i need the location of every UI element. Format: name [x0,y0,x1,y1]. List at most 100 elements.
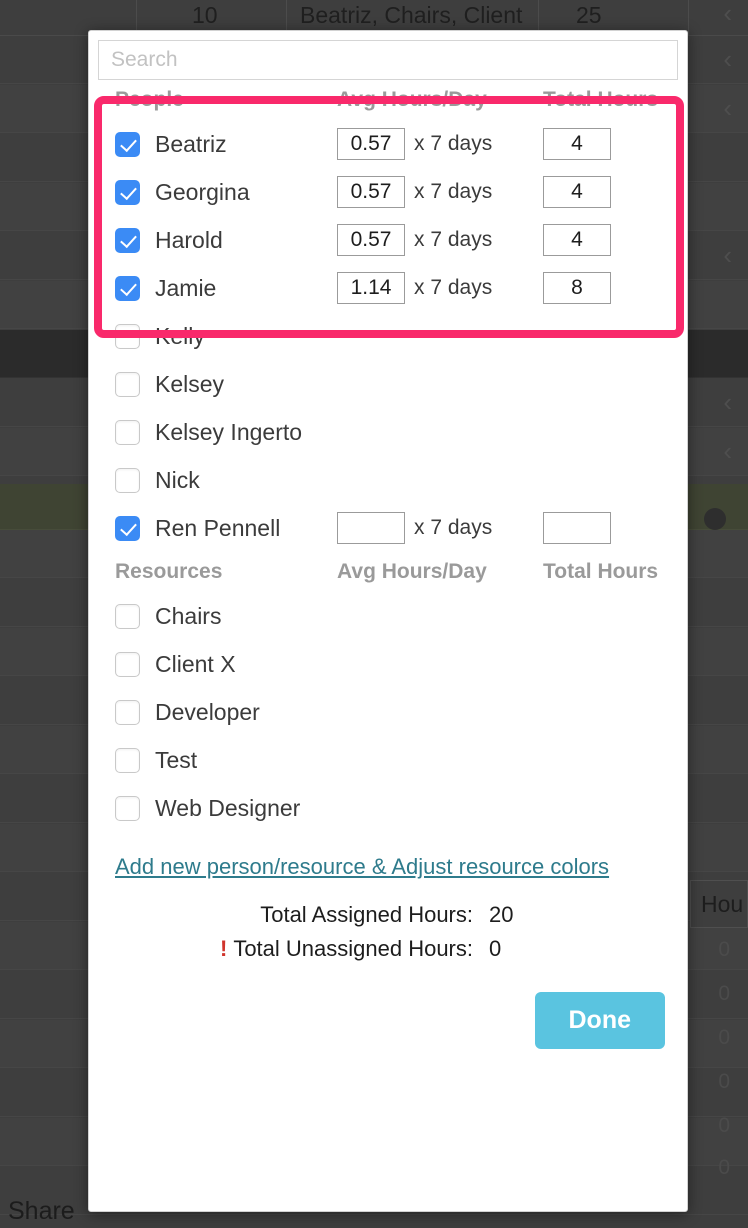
done-button-row: Done [89,970,687,1049]
resource-name: Client X [155,650,236,677]
resource-row-client-x[interactable]: Client X [89,640,687,688]
search-bar [89,31,687,80]
resources-header-avg: Avg Hours/Day [337,560,487,583]
chevron-left-icon[interactable]: ‹ [723,438,732,464]
assign-people-modal: People Avg Hours/Day Total Hours Beatriz… [88,30,688,1212]
person-name: Kelly [155,322,205,349]
people-header-label: People [115,88,184,111]
avg-hours-input-beatriz[interactable] [337,128,405,160]
bg-hour-value: 0 [718,1026,730,1049]
checkbox-beatriz[interactable] [115,131,140,157]
days-label: x 7 days [414,276,493,299]
avg-hours-input-georgina[interactable] [337,176,405,208]
bg-share-label[interactable]: Share [8,1197,75,1226]
chevron-left-icon[interactable]: ‹ [723,0,732,26]
bg-hour-value: 0 [718,1156,730,1179]
resources-section: Resources Avg Hours/Day Total Hours Chai… [89,552,687,832]
resource-row-web-designer[interactable]: Web Designer [89,784,687,832]
total-hours-input-beatriz[interactable] [543,128,611,160]
resource-name: Chairs [155,602,222,629]
add-person-resource-link[interactable]: Add new person/resource & Adjust resourc… [115,854,609,879]
person-row-kelsey[interactable]: Kelsey [89,360,687,408]
person-name: Harold [155,226,223,253]
days-label: x 7 days [414,132,493,155]
alert-exclamation-icon: ! [219,936,228,961]
person-name: Kelsey [155,370,225,397]
days-label: x 7 days [414,516,493,539]
total-assigned-label: Total Assigned Hours: [260,902,473,927]
total-hours-input-georgina[interactable] [543,176,611,208]
person-name: Jamie [155,274,217,301]
checkbox-test[interactable] [115,747,140,773]
chevron-left-icon[interactable]: ‹ [723,242,732,268]
total-assigned-row: Total Assigned Hours: 20 [89,902,535,936]
resources-column-headers: Resources Avg Hours/Day Total Hours [89,552,687,592]
avg-hours-input-jamie[interactable] [337,272,405,304]
search-input[interactable] [98,40,678,80]
person-row-georgina[interactable]: Georgina x 7 days [89,168,687,216]
resource-name: Developer [155,698,260,725]
person-row-kelsey-ingerto[interactable]: Kelsey Ingerto [89,408,687,456]
checkbox-web-designer[interactable] [115,795,140,821]
checkbox-ren-pennell[interactable] [115,515,140,541]
people-column-headers: People Avg Hours/Day Total Hours [89,80,687,120]
checkbox-nick[interactable] [115,467,140,493]
people-header-avg: Avg Hours/Day [337,88,487,111]
total-hours-input-harold[interactable] [543,224,611,256]
total-unassigned-label: Total Unassigned Hours: [233,936,473,961]
total-hours-input-jamie[interactable] [543,272,611,304]
avg-hours-input-ren-pennell[interactable] [337,512,405,544]
person-row-kelly[interactable]: Kelly [89,312,687,360]
checkbox-developer[interactable] [115,699,140,725]
totals-summary: Total Assigned Hours: 20 ! Total Unassig… [89,902,687,970]
add-link-row: Add new person/resource & Adjust resourc… [89,832,687,880]
person-name: Ren Pennell [155,514,281,541]
checkbox-georgina[interactable] [115,179,140,205]
done-button[interactable]: Done [534,992,665,1049]
person-name: Beatriz [155,130,227,157]
bg-hours-column-header: Hou [690,880,748,928]
total-unassigned-value: 0 [489,936,502,961]
bg-hour-value: 0 [718,982,730,1005]
total-hours-input-ren-pennell[interactable] [543,512,611,544]
checkbox-jamie[interactable] [115,275,140,301]
person-row-jamie[interactable]: Jamie x 7 days [89,264,687,312]
bg-hour-value: 0 [718,1114,730,1137]
person-name: Kelsey Ingerto [155,418,303,445]
people-section: People Avg Hours/Day Total Hours Beatriz… [89,80,687,552]
checkbox-chairs[interactable] [115,603,140,629]
people-header-total: Total Hours [543,88,659,111]
chevron-left-icon[interactable]: ‹ [723,95,732,121]
bg-hour-value: 0 [718,938,730,961]
person-row-beatriz[interactable]: Beatriz x 7 days [89,120,687,168]
bg-value: 25 [576,2,602,28]
resource-name: Test [155,746,198,773]
avg-hours-input-harold[interactable] [337,224,405,256]
checkbox-kelly[interactable] [115,323,140,349]
resource-row-chairs[interactable]: Chairs [89,592,687,640]
days-label: x 7 days [414,180,493,203]
checkbox-kelsey-ingerto[interactable] [115,419,140,445]
total-unassigned-row: ! Total Unassigned Hours: 0 [89,936,535,970]
bg-hour-value: 0 [718,1070,730,1093]
person-name: Georgina [155,178,250,205]
checkbox-client-x[interactable] [115,651,140,677]
days-label: x 7 days [414,228,493,251]
person-row-nick[interactable]: Nick [89,456,687,504]
bg-marker-dot [704,508,726,530]
resources-header-total: Total Hours [543,560,659,583]
person-row-harold[interactable]: Harold x 7 days [89,216,687,264]
person-name: Nick [155,466,200,493]
resource-row-test[interactable]: Test [89,736,687,784]
person-row-ren-pennell[interactable]: Ren Pennell x 7 days [89,504,687,552]
chevron-left-icon[interactable]: ‹ [723,46,732,72]
resource-row-developer[interactable]: Developer [89,688,687,736]
total-assigned-value: 20 [489,902,514,927]
resources-header-label: Resources [115,560,223,583]
bg-count: 10 [192,2,218,28]
chevron-left-icon[interactable]: ‹ [723,389,732,415]
resource-name: Web Designer [155,794,301,821]
checkbox-kelsey[interactable] [115,371,140,397]
checkbox-harold[interactable] [115,227,140,253]
screen: 10 Beatriz, Chairs, Client 25 ‹ ‹ ‹ ‹ ‹ … [0,0,748,1228]
